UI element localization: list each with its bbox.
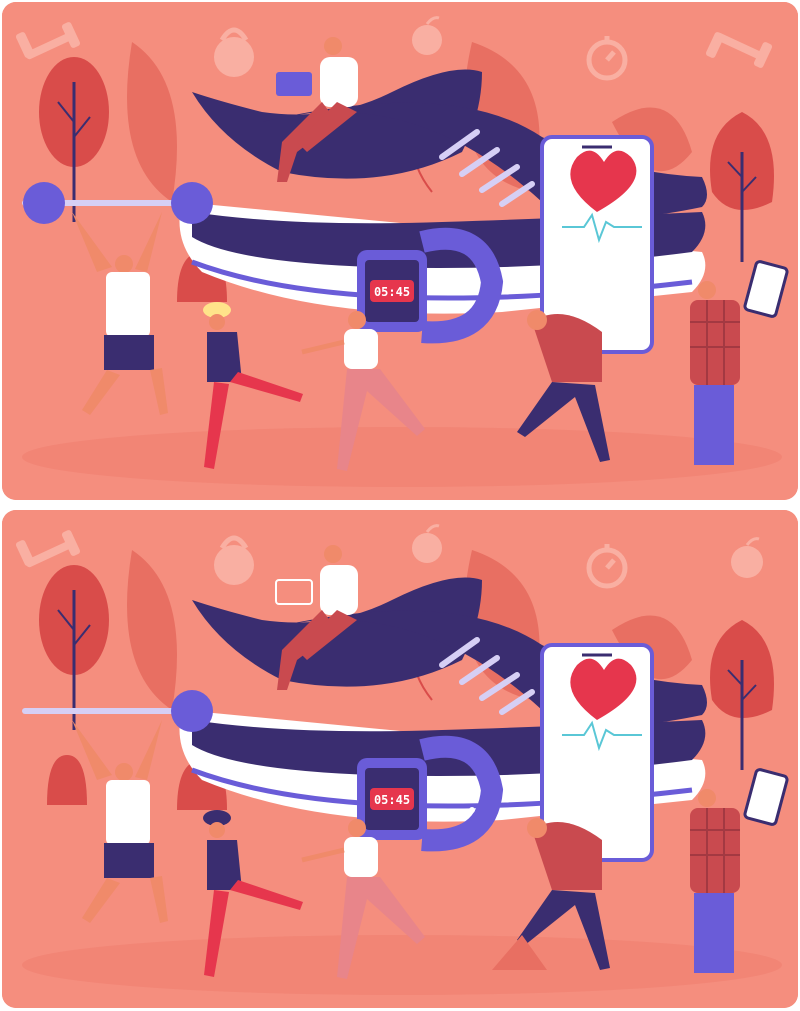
watch-time: 05:45 xyxy=(374,285,410,299)
modified-image-panel[interactable]: 05:45 xyxy=(2,510,798,1008)
watch-time: 05:45 xyxy=(374,793,410,807)
original-image-panel[interactable]: 05:45 xyxy=(2,2,798,500)
scene: 05:45 xyxy=(2,2,798,500)
scene: 05:45 xyxy=(2,510,798,1008)
